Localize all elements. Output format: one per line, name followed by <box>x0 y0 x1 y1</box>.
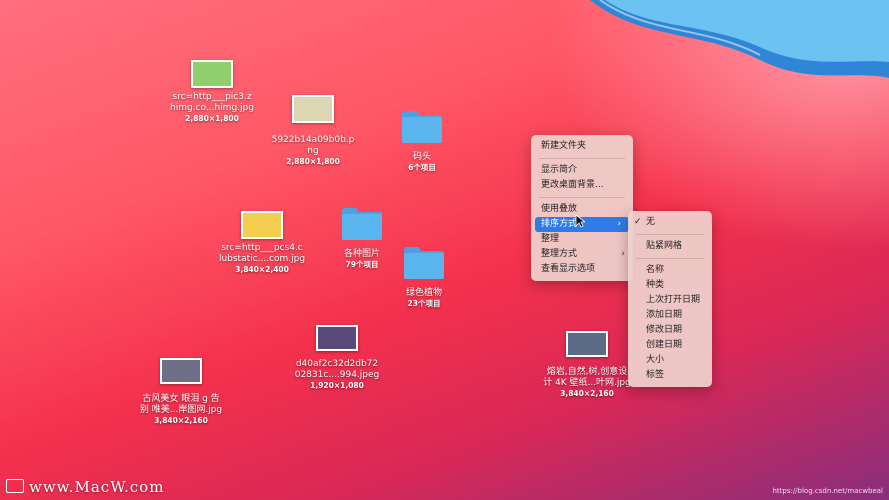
desktop-image-file[interactable]: 古风美女 眼泪 g 告别 唯美...岸图网.jpg 3,840×2,160 <box>126 358 236 426</box>
desktop-image-file[interactable]: d40af2c32d2db72 02831c....994.jpeg 1,920×… <box>282 325 392 391</box>
menu-separator <box>539 158 625 159</box>
file-name: d40af2c32d2db72 02831c....994.jpeg <box>294 359 380 380</box>
image-thumbnail <box>292 95 334 123</box>
desktop-image-file[interactable]: 熔岩,自然,树,创意设计 4K 壁纸...叶网.jpg 3,840×2,160 <box>532 331 642 399</box>
file-info: 3,840×2,160 <box>560 389 614 398</box>
folder-info: 23个项目 <box>407 299 441 308</box>
file-name: src=http___pcs4.c lubstatic....com.jpg <box>218 243 306 264</box>
file-info: 2,880×1,800 <box>185 114 239 123</box>
desktop-context-menu: 新建文件夹 显示简介 更改桌面背景... 使用叠放 排序方式 › 整理 整理方式 ›… <box>531 135 633 281</box>
menu-item-clean-up[interactable]: 整理 <box>531 232 633 247</box>
folder-icon <box>402 111 442 143</box>
file-info: 2,880×1,800 <box>286 157 340 166</box>
menu-item-new-folder[interactable]: 新建文件夹 <box>531 139 633 154</box>
file-name: 熔岩,自然,树,创意设计 4K 壁纸...叶网.jpg <box>543 367 631 388</box>
sort-option-date-modified[interactable]: 修改日期 <box>628 323 712 338</box>
sort-option-snap-to-grid[interactable]: 贴紧网格 <box>628 239 712 254</box>
menu-separator <box>636 234 704 235</box>
sort-option-none[interactable]: ✓ 无 <box>628 215 712 230</box>
desktop-folder[interactable]: 码头 6个项目 <box>367 108 477 173</box>
desktop-image-file[interactable]: src=http___pic3.z himg.co...himg.jpg 2,88… <box>157 60 267 124</box>
monitor-icon <box>6 479 24 493</box>
file-name: 5922b14a09b0b.p ng <box>271 135 355 156</box>
sort-option-name[interactable]: 名称 <box>628 263 712 278</box>
image-thumbnail <box>316 325 358 351</box>
mouse-cursor-icon <box>575 214 585 228</box>
file-info: 1,920×1,080 <box>310 381 364 390</box>
menu-separator <box>539 197 625 198</box>
source-url-credit: https://blog.csdn.net/macwbeal <box>772 487 883 495</box>
menu-item-change-background[interactable]: 更改桌面背景... <box>531 178 633 193</box>
desktop-image-file[interactable]: 5922b14a09b0b.p ng 2,880×1,800 <box>258 95 368 167</box>
folder-icon <box>342 208 382 240</box>
menu-separator <box>636 258 704 259</box>
file-info: 3,840×2,400 <box>235 265 289 274</box>
file-name: src=http___pic3.z himg.co...himg.jpg <box>170 92 254 113</box>
menu-item-get-info[interactable]: 显示简介 <box>531 163 633 178</box>
file-name: 古风美女 眼泪 g 告别 唯美...岸图网.jpg <box>139 394 223 415</box>
checkmark-icon: ✓ <box>634 217 642 227</box>
sort-option-kind[interactable]: 种类 <box>628 278 712 293</box>
folder-name: 绿色植物 <box>405 288 442 298</box>
chevron-right-icon: › <box>621 249 625 259</box>
desktop-image-file[interactable]: src=http___pcs4.c lubstatic....com.jpg 3,… <box>207 211 317 275</box>
desktop-folder[interactable]: 绿色植物 23个项目 <box>369 244 479 309</box>
file-info: 3,840×2,160 <box>154 416 208 425</box>
image-thumbnail <box>566 331 608 357</box>
sort-option-date-added[interactable]: 添加日期 <box>628 308 712 323</box>
sort-option-date-created[interactable]: 创建日期 <box>628 338 712 353</box>
menu-item-view-options[interactable]: 查看显示选项 <box>531 262 633 277</box>
macw-watermark: www.MacW.com <box>6 478 164 496</box>
sort-option-size[interactable]: 大小 <box>628 353 712 368</box>
folder-info: 6个项目 <box>408 163 436 172</box>
image-thumbnail <box>241 211 283 239</box>
sort-by-submenu: ✓ 无 贴紧网格 名称 种类 上次打开日期 添加日期 修改日期 创建日期 大小 标… <box>628 211 712 387</box>
sort-option-last-opened[interactable]: 上次打开日期 <box>628 293 712 308</box>
folder-icon <box>404 247 444 279</box>
image-thumbnail <box>160 358 202 384</box>
menu-item-clean-up-by[interactable]: 整理方式 › <box>531 247 633 262</box>
chevron-right-icon: › <box>617 219 621 229</box>
folder-name: 码头 <box>412 152 431 162</box>
sort-option-tags[interactable]: 标签 <box>628 368 712 383</box>
image-thumbnail <box>191 60 233 88</box>
